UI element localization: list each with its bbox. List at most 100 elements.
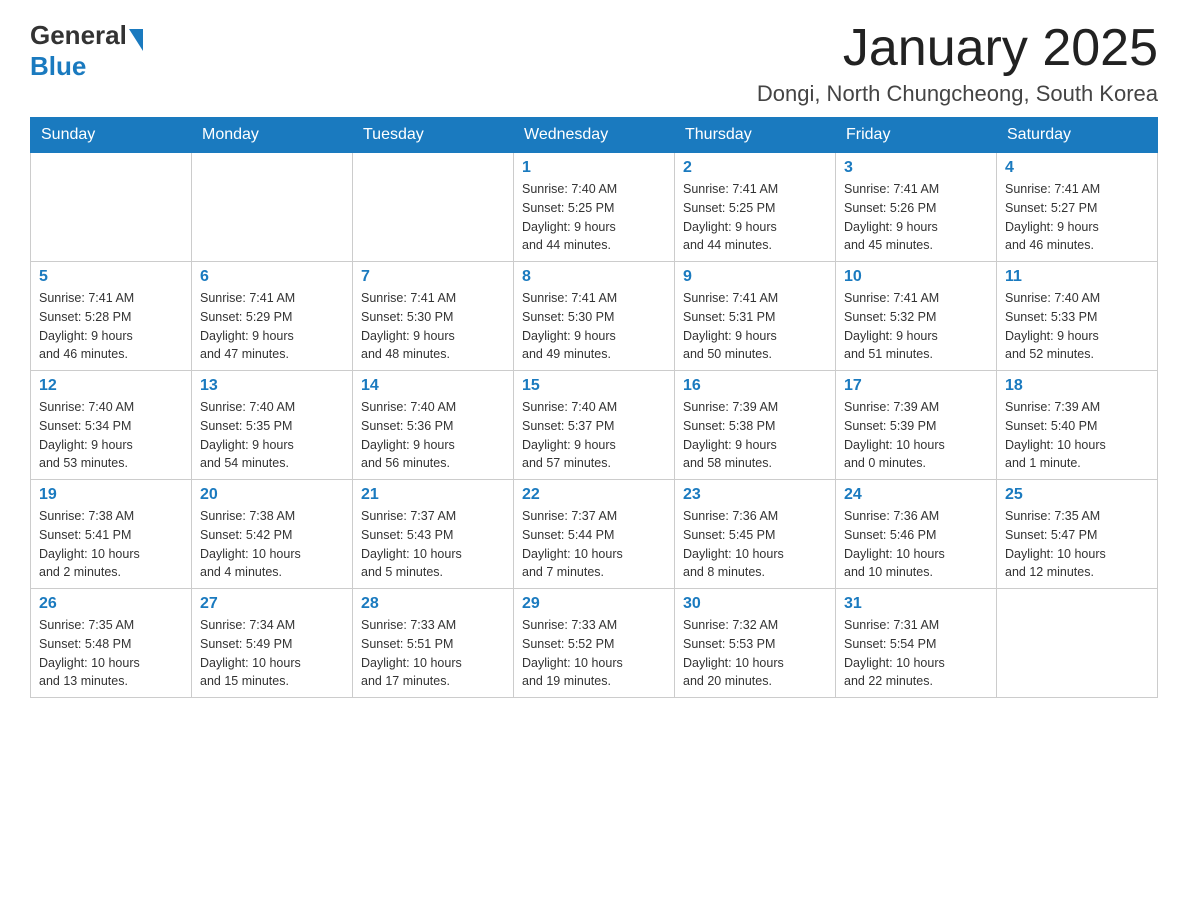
day-info: Sunrise: 7:38 AMSunset: 5:41 PMDaylight:… [39, 507, 183, 582]
calendar-table: SundayMondayTuesdayWednesdayThursdayFrid… [30, 117, 1158, 698]
day-info: Sunrise: 7:41 AMSunset: 5:29 PMDaylight:… [200, 289, 344, 364]
day-number: 30 [683, 595, 827, 613]
calendar-cell: 25Sunrise: 7:35 AMSunset: 5:47 PMDayligh… [997, 480, 1158, 589]
calendar-cell: 21 Sunrise: 7:37 AMSunset: 5:43 PMDayligh… [353, 480, 514, 589]
day-number: 17 [844, 377, 988, 395]
page-header: General Blue January 2025 Dongi, North C… [30, 20, 1158, 107]
day-info: Sunrise: 7:41 AMSunset: 5:27 PMDaylight:… [1005, 180, 1149, 255]
location-title: Dongi, North Chungcheong, South Korea [757, 81, 1158, 107]
day-info: Sunrise: 7:40 AMSunset: 5:37 PMDaylight:… [522, 398, 666, 473]
calendar-cell: 28Sunrise: 7:33 AMSunset: 5:51 PMDayligh… [353, 589, 514, 698]
calendar-cell [31, 153, 192, 262]
calendar-cell: 29 Sunrise: 7:33 AMSunset: 5:52 PMDayligh… [514, 589, 675, 698]
calendar-cell: 26 Sunrise: 7:35 AMSunset: 5:48 PMDayligh… [31, 589, 192, 698]
calendar-week-2: 12 Sunrise: 7:40 AMSunset: 5:34 PMDayligh… [31, 371, 1158, 480]
day-info: Sunrise: 7:41 AMSunset: 5:25 PMDaylight:… [683, 180, 827, 255]
day-number: 31 [844, 595, 988, 613]
day-number: 27 [200, 595, 344, 613]
day-number: 26 [39, 595, 183, 613]
calendar-week-4: 26 Sunrise: 7:35 AMSunset: 5:48 PMDayligh… [31, 589, 1158, 698]
header-thursday: Thursday [675, 118, 836, 153]
calendar-cell: 23Sunrise: 7:36 AMSunset: 5:45 PMDayligh… [675, 480, 836, 589]
calendar-cell [997, 589, 1158, 698]
calendar-cell: 24Sunrise: 7:36 AMSunset: 5:46 PMDayligh… [836, 480, 997, 589]
calendar-cell: 19 Sunrise: 7:38 AMSunset: 5:41 PMDayligh… [31, 480, 192, 589]
calendar-cell: 1Sunrise: 7:40 AMSunset: 5:25 PMDaylight… [514, 153, 675, 262]
day-info: Sunrise: 7:41 AMSunset: 5:26 PMDaylight:… [844, 180, 988, 255]
day-number: 19 [39, 486, 183, 504]
calendar-week-0: 1Sunrise: 7:40 AMSunset: 5:25 PMDaylight… [31, 153, 1158, 262]
day-number: 10 [844, 268, 988, 286]
day-number: 2 [683, 159, 827, 177]
header-tuesday: Tuesday [353, 118, 514, 153]
day-number: 1 [522, 159, 666, 177]
day-number: 14 [361, 377, 505, 395]
calendar-cell: 7Sunrise: 7:41 AMSunset: 5:30 PMDaylight… [353, 262, 514, 371]
calendar-cell: 20Sunrise: 7:38 AMSunset: 5:42 PMDayligh… [192, 480, 353, 589]
day-info: Sunrise: 7:37 AMSunset: 5:43 PMDaylight:… [361, 507, 505, 582]
day-number: 25 [1005, 486, 1149, 504]
calendar-cell: 27 Sunrise: 7:34 AMSunset: 5:49 PMDayligh… [192, 589, 353, 698]
calendar-cell: 5 Sunrise: 7:41 AMSunset: 5:28 PMDaylight… [31, 262, 192, 371]
calendar-cell: 12 Sunrise: 7:40 AMSunset: 5:34 PMDayligh… [31, 371, 192, 480]
calendar-header-row: SundayMondayTuesdayWednesdayThursdayFrid… [31, 118, 1158, 153]
day-info: Sunrise: 7:40 AMSunset: 5:36 PMDaylight:… [361, 398, 505, 473]
day-number: 15 [522, 377, 666, 395]
calendar-cell [353, 153, 514, 262]
calendar-cell: 22 Sunrise: 7:37 AMSunset: 5:44 PMDayligh… [514, 480, 675, 589]
day-info: Sunrise: 7:39 AMSunset: 5:39 PMDaylight:… [844, 398, 988, 473]
calendar-cell: 14 Sunrise: 7:40 AMSunset: 5:36 PMDayligh… [353, 371, 514, 480]
day-info: Sunrise: 7:35 AMSunset: 5:48 PMDaylight:… [39, 616, 183, 691]
day-number: 16 [683, 377, 827, 395]
day-info: Sunrise: 7:34 AMSunset: 5:49 PMDaylight:… [200, 616, 344, 691]
day-info: Sunrise: 7:41 AMSunset: 5:31 PMDaylight:… [683, 289, 827, 364]
day-info: Sunrise: 7:40 AMSunset: 5:33 PMDaylight:… [1005, 289, 1149, 364]
day-number: 8 [522, 268, 666, 286]
calendar-cell: 13 Sunrise: 7:40 AMSunset: 5:35 PMDayligh… [192, 371, 353, 480]
day-info: Sunrise: 7:40 AMSunset: 5:34 PMDaylight:… [39, 398, 183, 473]
calendar-cell [192, 153, 353, 262]
day-info: Sunrise: 7:40 AMSunset: 5:35 PMDaylight:… [200, 398, 344, 473]
day-info: Sunrise: 7:37 AMSunset: 5:44 PMDaylight:… [522, 507, 666, 582]
day-info: Sunrise: 7:39 AMSunset: 5:40 PMDaylight:… [1005, 398, 1149, 473]
day-number: 24 [844, 486, 988, 504]
calendar-cell: 8Sunrise: 7:41 AMSunset: 5:30 PMDaylight… [514, 262, 675, 371]
header-sunday: Sunday [31, 118, 192, 153]
day-number: 5 [39, 268, 183, 286]
header-saturday: Saturday [997, 118, 1158, 153]
day-number: 6 [200, 268, 344, 286]
day-number: 18 [1005, 377, 1149, 395]
day-info: Sunrise: 7:41 AMSunset: 5:28 PMDaylight:… [39, 289, 183, 364]
day-number: 7 [361, 268, 505, 286]
day-number: 20 [200, 486, 344, 504]
day-info: Sunrise: 7:33 AMSunset: 5:52 PMDaylight:… [522, 616, 666, 691]
day-number: 22 [522, 486, 666, 504]
calendar-cell: 15 Sunrise: 7:40 AMSunset: 5:37 PMDayligh… [514, 371, 675, 480]
title-section: January 2025 Dongi, North Chungcheong, S… [757, 20, 1158, 107]
day-number: 13 [200, 377, 344, 395]
day-info: Sunrise: 7:39 AMSunset: 5:38 PMDaylight:… [683, 398, 827, 473]
calendar-cell: 9 Sunrise: 7:41 AMSunset: 5:31 PMDaylight… [675, 262, 836, 371]
day-number: 29 [522, 595, 666, 613]
header-monday: Monday [192, 118, 353, 153]
day-number: 23 [683, 486, 827, 504]
calendar-cell: 11Sunrise: 7:40 AMSunset: 5:33 PMDayligh… [997, 262, 1158, 371]
logo-general-text: General [30, 20, 127, 51]
calendar-cell: 16 Sunrise: 7:39 AMSunset: 5:38 PMDayligh… [675, 371, 836, 480]
day-number: 9 [683, 268, 827, 286]
calendar-week-1: 5 Sunrise: 7:41 AMSunset: 5:28 PMDaylight… [31, 262, 1158, 371]
day-info: Sunrise: 7:32 AMSunset: 5:53 PMDaylight:… [683, 616, 827, 691]
calendar-cell: 10 Sunrise: 7:41 AMSunset: 5:32 PMDayligh… [836, 262, 997, 371]
calendar-cell: 6 Sunrise: 7:41 AMSunset: 5:29 PMDaylight… [192, 262, 353, 371]
day-info: Sunrise: 7:33 AMSunset: 5:51 PMDaylight:… [361, 616, 505, 691]
logo-triangle-icon [129, 29, 143, 51]
day-info: Sunrise: 7:41 AMSunset: 5:32 PMDaylight:… [844, 289, 988, 364]
day-number: 3 [844, 159, 988, 177]
month-title: January 2025 [757, 20, 1158, 77]
header-friday: Friday [836, 118, 997, 153]
calendar-cell: 17 Sunrise: 7:39 AMSunset: 5:39 PMDayligh… [836, 371, 997, 480]
day-number: 21 [361, 486, 505, 504]
calendar-week-3: 19 Sunrise: 7:38 AMSunset: 5:41 PMDayligh… [31, 480, 1158, 589]
day-number: 4 [1005, 159, 1149, 177]
day-number: 12 [39, 377, 183, 395]
